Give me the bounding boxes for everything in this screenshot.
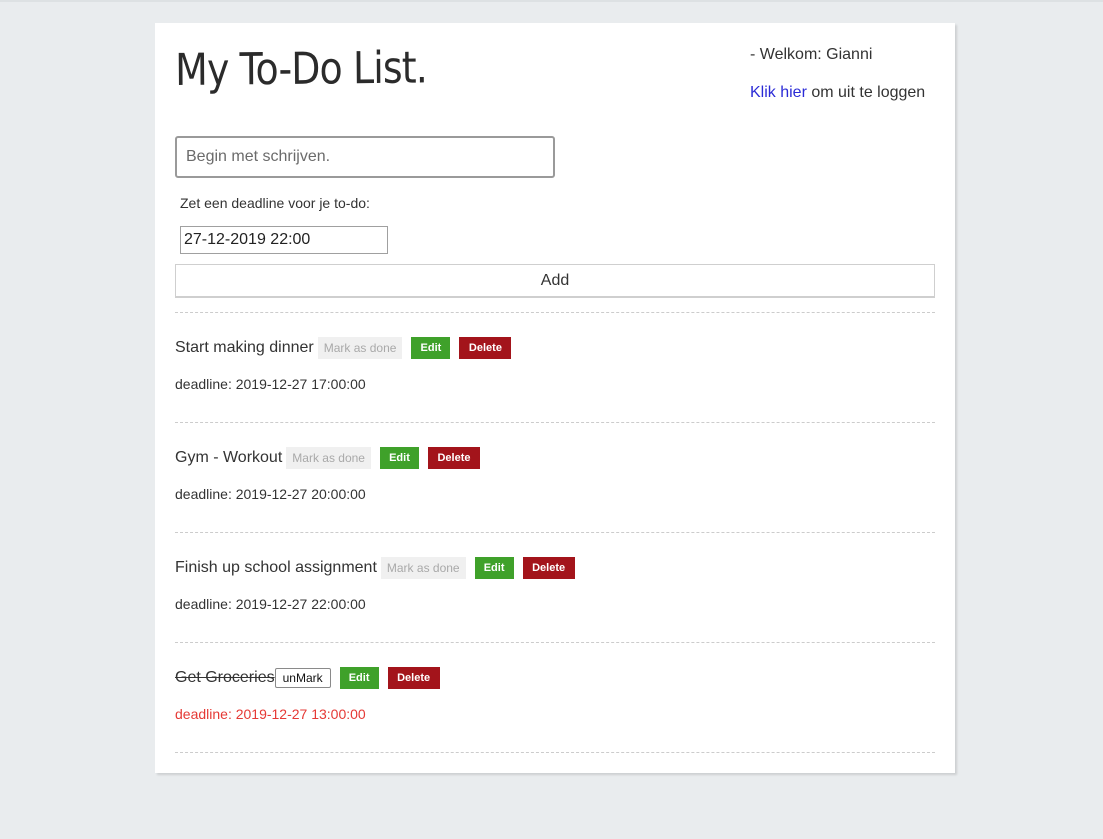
todo-text: Get Groceries (175, 669, 275, 686)
todo-card: My To-Do List. - Welkom: Gianni Klik hie… (155, 23, 955, 773)
todo-item: Get Groceries unMark Edit Delete deadlin… (175, 643, 935, 753)
welcome-text: - Welkom: Gianni (750, 46, 873, 63)
delete-button[interactable]: Delete (427, 447, 480, 469)
page-title: My To-Do List. (175, 42, 428, 96)
delete-button[interactable]: Delete (387, 667, 440, 689)
deadline-label: Zet een deadline voor je to-do: (180, 195, 370, 211)
mark-as-done-button[interactable]: Mark as done (317, 337, 403, 359)
todo-item: Gym - Workout Mark as done Edit Delete d… (175, 423, 935, 533)
add-button[interactable]: Add (175, 264, 935, 298)
edit-button[interactable]: Edit (339, 667, 379, 689)
todo-text: Finish up school assignment (175, 559, 377, 576)
mark-as-done-button[interactable]: Mark as done (286, 447, 371, 469)
todo-deadline: deadline: 2019-12-27 20:00:00 (175, 486, 366, 502)
todo-row: Get Groceries unMark Edit Delete (175, 666, 440, 690)
mark-as-done-button[interactable]: Mark as done (380, 557, 466, 579)
delete-button[interactable]: Delete (459, 337, 512, 359)
edit-button[interactable]: Edit (411, 337, 451, 359)
todo-text: Start making dinner (175, 339, 314, 356)
edit-button[interactable]: Edit (474, 557, 514, 579)
edit-button[interactable]: Edit (379, 447, 419, 469)
todo-row: Finish up school assignment Mark as done… (175, 556, 575, 580)
todo-item: Start making dinner Mark as done Edit De… (175, 313, 935, 423)
logout-line: Klik hier om uit te loggen (750, 84, 925, 102)
new-todo-input[interactable] (175, 136, 555, 178)
logout-link[interactable]: Klik hier (750, 84, 807, 101)
logout-suffix: om uit te loggen (806, 84, 926, 101)
todo-deadline: deadline: 2019-12-27 13:00:00 (175, 706, 366, 722)
todo-deadline: deadline: 2019-12-27 17:00:00 (175, 376, 366, 392)
todo-list: Start making dinner Mark as done Edit De… (175, 312, 935, 753)
todo-row: Gym - Workout Mark as done Edit Delete (175, 446, 480, 470)
todo-item: Finish up school assignment Mark as done… (175, 533, 935, 643)
delete-button[interactable]: Delete (522, 557, 575, 579)
unmark-button[interactable]: unMark (274, 668, 331, 688)
todo-row: Start making dinner Mark as done Edit De… (175, 336, 512, 360)
deadline-input[interactable] (180, 226, 388, 254)
todo-text: Gym - Workout (175, 449, 283, 466)
todo-deadline: deadline: 2019-12-27 22:00:00 (175, 596, 366, 612)
